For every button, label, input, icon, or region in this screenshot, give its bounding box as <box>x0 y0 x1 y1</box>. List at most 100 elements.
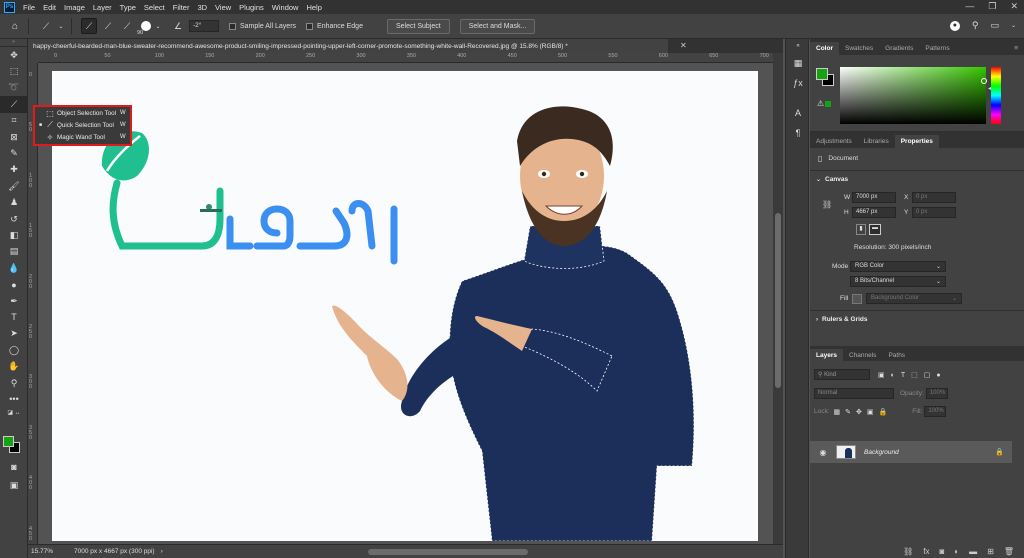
quick-selection-tool-icon[interactable]: ⟋ <box>0 96 28 113</box>
chevron-down-icon[interactable]: ⌄ <box>1011 22 1016 29</box>
bit-depth-dropdown[interactable]: 8 Bits/Channel ⌄ <box>850 276 946 287</box>
tab-gradients[interactable]: Gradients <box>879 42 919 55</box>
character-panel-icon[interactable]: A <box>786 103 810 123</box>
chevron-down-icon[interactable]: ⌄ <box>816 176 821 183</box>
foreground-color-swatch[interactable] <box>3 436 14 447</box>
eyedropper-tool-icon[interactable]: ✎ <box>0 145 28 161</box>
chevron-right-icon[interactable]: › <box>816 317 818 323</box>
marquee-tool-icon[interactable]: ⬚ <box>0 63 28 79</box>
close-window-button[interactable]: ✕ <box>1010 1 1018 12</box>
zoom-tool-icon[interactable]: ⚲ <box>0 375 28 391</box>
eraser-tool-icon[interactable]: ◧ <box>0 227 28 243</box>
vertical-scrollbar[interactable] <box>773 53 783 544</box>
tab-libraries[interactable]: Libraries <box>858 135 895 148</box>
fill-swatch[interactable] <box>852 293 862 304</box>
hand-tool-icon[interactable]: ✋ <box>0 358 28 374</box>
flyout-item-quick-selection[interactable]: ■ ⟋ Quick Selection Tool W <box>35 119 130 131</box>
checkbox-box[interactable] <box>306 22 314 30</box>
hue-marker[interactable]: ◂ <box>988 85 991 92</box>
actions-panel-icon[interactable]: ƒx <box>786 73 810 93</box>
color-field[interactable] <box>840 67 987 124</box>
select-and-mask-button[interactable]: Select and Mask... <box>459 18 536 34</box>
tab-patterns[interactable]: Patterns <box>919 42 955 55</box>
sample-all-layers-checkbox[interactable]: Sample All Layers <box>229 22 296 30</box>
default-colors-icon[interactable]: ◪ ↔ <box>0 408 28 418</box>
menu-file[interactable]: File <box>19 3 39 12</box>
screen-mode-icon[interactable]: ▣ <box>0 477 28 493</box>
crop-tool-icon[interactable]: ⌗ <box>0 113 28 129</box>
lasso-tool-icon[interactable]: ➰ <box>0 80 28 96</box>
menu-edit[interactable]: Edit <box>39 3 60 12</box>
add-to-selection-icon[interactable]: ⟋ <box>100 18 116 34</box>
color-picker-ring[interactable] <box>981 78 987 84</box>
tab-properties[interactable]: Properties <box>894 135 939 148</box>
frame-tool-icon[interactable]: ⊠ <box>0 129 28 145</box>
height-field[interactable]: 4667 px <box>852 207 896 218</box>
x-field[interactable]: 0 px <box>912 192 956 203</box>
lock-icons[interactable]: ▦✎✥▣🔒 <box>834 408 893 416</box>
zoom-level[interactable]: 15.77% <box>28 548 68 555</box>
layer-background[interactable]: ◉ Background 🔒 <box>810 441 1012 463</box>
eye-icon[interactable]: ◉ <box>816 448 830 457</box>
history-panel-icon[interactable]: ▦ <box>786 53 810 73</box>
paragraph-panel-icon[interactable]: ¶ <box>786 123 810 143</box>
chevron-down-icon[interactable]: ⌄ <box>57 18 65 34</box>
collapse-icon[interactable]: « <box>786 39 810 53</box>
fill-field[interactable]: 100% <box>924 406 947 417</box>
document-tab[interactable]: happy-cheerful-bearded-man-blue-sweater-… <box>28 39 668 53</box>
tool-preset-picker-icon[interactable]: ⟋ <box>38 18 54 34</box>
minimize-button[interactable]: — <box>965 1 974 12</box>
blend-mode-dropdown[interactable]: Normal <box>814 388 894 399</box>
adjustment-layer-icon[interactable]: ◐ <box>954 547 959 556</box>
menu-image[interactable]: Image <box>60 3 89 12</box>
restore-button[interactable]: ❐ <box>988 1 996 12</box>
chevron-down-icon[interactable]: ⌄ <box>154 18 162 34</box>
menu-3d[interactable]: 3D <box>193 3 211 12</box>
y-field[interactable]: 0 px <box>912 207 956 218</box>
add-mask-icon[interactable]: ◙ <box>939 547 944 556</box>
flyout-item-object-selection[interactable]: ⬚ Object Selection Tool W <box>35 107 130 119</box>
enhance-edge-checkbox[interactable]: Enhance Edge <box>306 22 363 30</box>
pen-tool-icon[interactable]: ✒ <box>0 293 28 309</box>
type-tool-icon[interactable]: T <box>0 309 28 325</box>
gradient-tool-icon[interactable]: ▤ <box>0 244 28 260</box>
kind-filter[interactable]: ⚲ Kind <box>814 369 870 380</box>
new-group-icon[interactable]: ▬ <box>969 547 977 556</box>
shape-tool-icon[interactable]: ◯ <box>0 342 28 358</box>
fx-icon[interactable]: fx <box>923 547 929 556</box>
menu-filter[interactable]: Filter <box>169 3 194 12</box>
menu-window[interactable]: Window <box>268 3 303 12</box>
workspace-icon[interactable]: ▭ <box>990 20 999 31</box>
landscape-icon[interactable]: ▬ <box>869 224 881 235</box>
hue-slider[interactable]: ◂ <box>988 67 1001 124</box>
brush-tool-icon[interactable]: 🖌 <box>0 178 28 194</box>
chevron-right-icon[interactable]: › <box>161 548 163 555</box>
home-icon[interactable]: ⌂ <box>8 19 22 33</box>
document-canvas[interactable] <box>52 71 758 541</box>
more-tools-icon[interactable]: ••• <box>0 391 28 407</box>
trash-icon[interactable]: 🗑 <box>1004 547 1014 556</box>
share-icon[interactable]: ● <box>949 20 960 31</box>
move-tool-icon[interactable]: ✥ <box>0 47 28 63</box>
width-field[interactable]: 7000 px <box>852 192 896 203</box>
horizontal-scrollbar[interactable] <box>368 549 528 555</box>
fill-dropdown[interactable]: Background Color ⌄ <box>866 293 962 304</box>
filter-icons[interactable]: ▣◐T⬚▢● <box>878 371 947 379</box>
path-selection-tool-icon[interactable]: ➤ <box>0 326 28 342</box>
blur-tool-icon[interactable]: 💧 <box>0 260 28 276</box>
history-brush-tool-icon[interactable]: ↺ <box>0 211 28 227</box>
link-icon[interactable]: ⛓ <box>822 200 832 209</box>
menu-type[interactable]: Type <box>116 3 140 12</box>
angle-field[interactable]: -2° <box>189 20 219 32</box>
tab-color[interactable]: Color <box>810 42 839 55</box>
portrait-icon[interactable]: ▮ <box>856 224 866 235</box>
canvas-section-header[interactable]: ⌄ Canvas <box>816 176 848 183</box>
flyout-item-magic-wand[interactable]: ✧ Magic Wand Tool W <box>35 131 130 143</box>
healing-brush-tool-icon[interactable]: ✚ <box>0 162 28 178</box>
clone-stamp-tool-icon[interactable]: ♟ <box>0 195 28 211</box>
gamut-swatch[interactable] <box>825 101 831 107</box>
tab-adjustments[interactable]: Adjustments <box>810 135 858 148</box>
subtract-from-selection-icon[interactable]: ⟋ <box>119 18 135 34</box>
menu-help[interactable]: Help <box>302 3 325 12</box>
quick-mask-icon[interactable]: ◙ <box>0 459 28 475</box>
